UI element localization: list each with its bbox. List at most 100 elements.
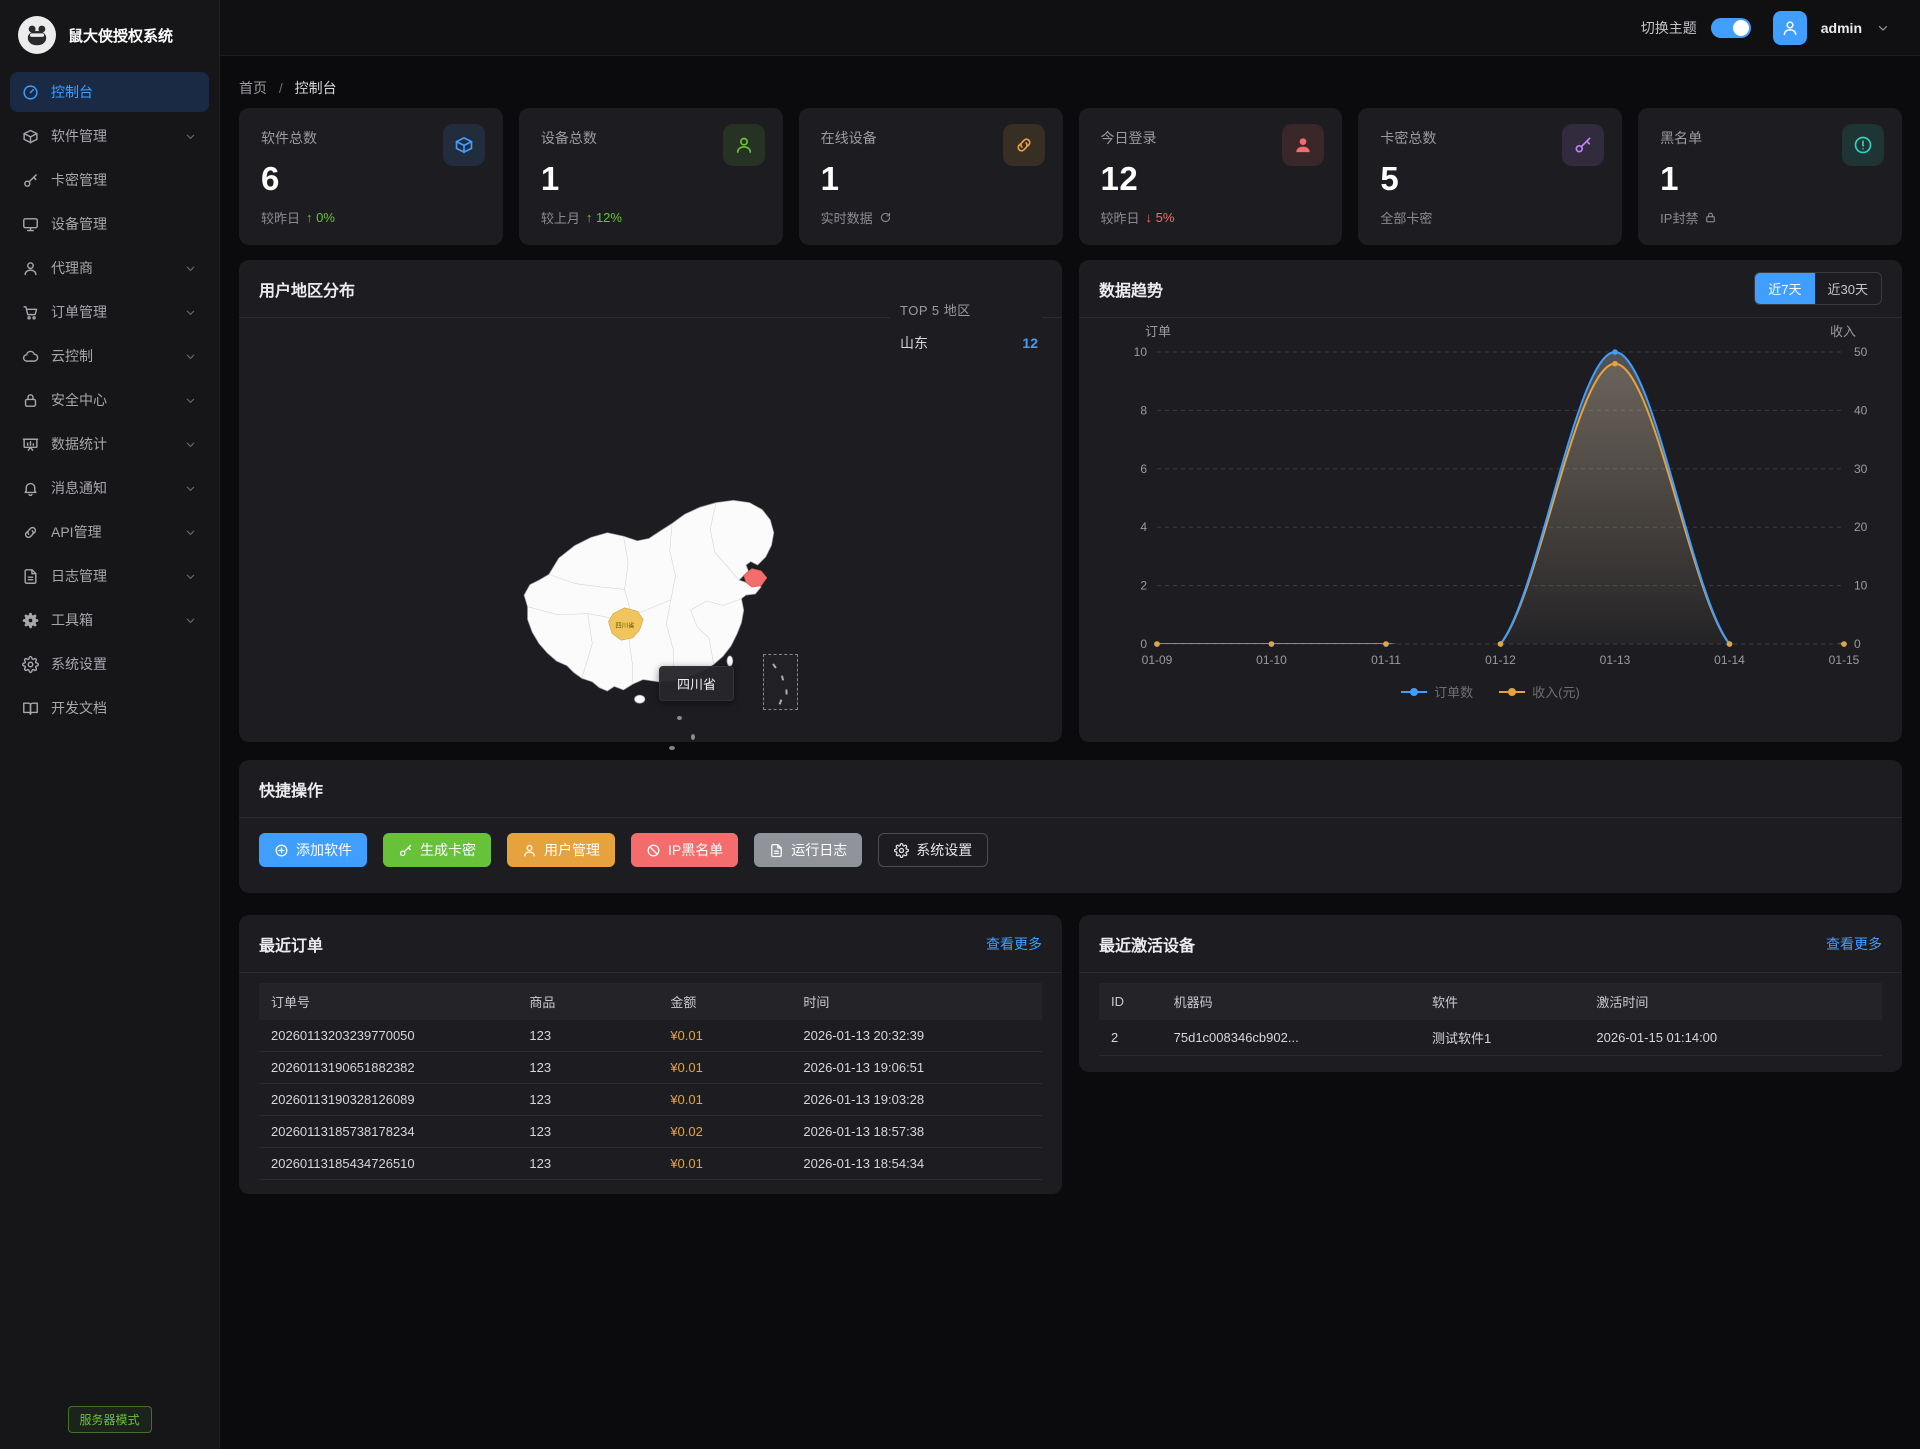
sidebar: 鼠大侠授权系统 控制台软件管理卡密管理设备管理代理商订单管理云控制安全中心数据统… [0,0,220,1449]
card-sub-text: 全部卡密 [1380,208,1432,227]
table-row[interactable]: 20260113190328126089123¥0.012026-01-13 1… [259,1084,1042,1116]
stat-card-1: 设备总数1较上月↑ 12% [519,108,783,245]
user-icon [22,260,39,277]
panel-title: 数据趋势 [1099,277,1163,301]
stat-card-icon-badge [1842,124,1884,166]
table-cell: 123 [517,1084,658,1116]
table-row[interactable]: 20260113190651882382123¥0.012026-01-13 1… [259,1052,1042,1084]
stat-card-sub: IP封禁 [1660,208,1880,227]
chevron-down-icon [184,482,197,495]
user-icon [522,843,537,858]
quick-action-label: 用户管理 [544,840,600,860]
link-icon [22,524,39,541]
legend-item[interactable]: 订单数 [1401,682,1473,701]
sidebar-item-5[interactable]: 订单管理 [10,292,209,332]
sidebar-item-14[interactable]: 开发文档 [10,688,209,728]
right-tick-label: 30 [1854,462,1868,476]
sidebar-item-13[interactable]: 系统设置 [10,644,209,684]
board-icon [22,436,39,453]
breadcrumb: 首页 / 控制台 [239,78,337,98]
panel-header: 快捷操作 [239,760,1902,818]
stat-card-sub: 较昨日↑ 0% [261,208,481,227]
sidebar-item-2[interactable]: 卡密管理 [10,160,209,200]
panel-title: 最近激活设备 [1099,932,1195,956]
sidebar-item-7[interactable]: 安全中心 [10,380,209,420]
sidebar-item-10[interactable]: API管理 [10,512,209,552]
breadcrumb-home[interactable]: 首页 [239,80,267,96]
card-sub-text: 较昨日 [1101,208,1140,227]
user-avatar[interactable] [1773,11,1807,45]
sidebar-item-label: 卡密管理 [51,170,197,190]
sidebar-item-9[interactable]: 消息通知 [10,468,209,508]
sidebar-item-label: 消息通知 [51,478,172,498]
table-row[interactable]: 20260113185738178234123¥0.022026-01-13 1… [259,1116,1042,1148]
quick-action-buttons: 添加软件生成卡密 用户管理 IP黑名单 运行日志 系统设置 [239,818,1902,882]
server-mode-badge: 服务器模式 [67,1406,151,1433]
theme-toggle-switch[interactable] [1711,18,1751,38]
quick-action-3[interactable]: IP黑名单 [631,833,738,867]
quick-action-5[interactable]: 系统设置 [878,833,988,867]
table-cell: 20260113190328126089 [259,1084,517,1116]
table-row[interactable]: 20260113203239770050123¥0.012026-01-13 2… [259,1020,1042,1052]
right-axis-name: 收入 [1830,324,1856,339]
sidebar-item-4[interactable]: 代理商 [10,248,209,288]
column-header: 订单号 [259,983,517,1020]
trend-chart: 订单收入00210420630840105001-0901-1001-1101-… [1099,324,1882,676]
data-point-income [1269,641,1275,647]
devices-view-more-link[interactable]: 查看更多 [1826,934,1882,954]
chevron-down-icon [184,262,197,275]
quick-action-2[interactable]: 用户管理 [507,833,615,867]
toggle-knob [1733,20,1749,36]
data-trend-panel: 数据趋势 近7天近30天 订单收入00210420630840105001-09… [1079,260,1902,742]
sidebar-item-1[interactable]: 软件管理 [10,116,209,156]
sidebar-item-label: 系统设置 [51,654,197,674]
column-header: 金额 [658,983,791,1020]
quick-action-4[interactable]: 运行日志 [754,833,862,867]
left-tick-label: 0 [1140,637,1147,651]
sidebar-item-6[interactable]: 云控制 [10,336,209,376]
table-cell: 2 [1099,1020,1162,1056]
app-title: 鼠大侠授权系统 [68,25,173,46]
logo-row: 鼠大侠授权系统 [0,0,219,66]
table-row[interactable]: 275d1c008346cb902...测试软件12026-01-15 01:1… [1099,1020,1882,1056]
table-cell: ¥0.01 [658,1084,791,1116]
left-axis-name: 订单 [1145,324,1171,339]
stat-card-sub: 较昨日↓ 5% [1101,208,1321,227]
data-point-income [1841,641,1847,647]
column-header: 商品 [517,983,658,1020]
sidebar-item-label: 数据统计 [51,434,172,454]
orders-view-more-link[interactable]: 查看更多 [986,934,1042,954]
sidebar-item-12[interactable]: 工具箱 [10,600,209,640]
trend-up: ↑ 0% [306,210,335,225]
table-row[interactable]: 20260113185434726510123¥0.012026-01-13 1… [259,1148,1042,1180]
range-button-1[interactable]: 近30天 [1815,273,1881,304]
user-menu-chevron[interactable] [1876,21,1890,35]
x-tick-label: 01-15 [1829,653,1860,667]
quick-action-0[interactable]: 添加软件 [259,833,367,867]
sidebar-item-8[interactable]: 数据统计 [10,424,209,464]
sidebar-item-3[interactable]: 设备管理 [10,204,209,244]
panel-header: 最近订单 查看更多 [239,915,1062,973]
quick-action-1[interactable]: 生成卡密 [383,833,491,867]
sidebar-item-11[interactable]: 日志管理 [10,556,209,596]
stat-card-sub: 实时数据 [821,208,1041,227]
legend-label: 订单数 [1434,682,1473,701]
legend-item[interactable]: 收入(元) [1499,682,1580,701]
range-button-0[interactable]: 近7天 [1755,273,1814,304]
quick-actions-panel: 快捷操作 添加软件生成卡密 用户管理 IP黑名单 运行日志 系统设置 [239,760,1902,893]
trend-chart-svg: 订单收入00210420630840105001-0901-1001-1101-… [1099,324,1882,676]
left-tick-label: 2 [1140,579,1147,593]
package-icon [22,128,39,145]
sidebar-item-0[interactable]: 控制台 [10,72,209,112]
taiwan-island [727,656,733,666]
china-mainland [524,500,774,691]
gear-icon [22,656,39,673]
card-sub-text: 实时数据 [821,208,873,227]
panel-title: 快捷操作 [259,777,323,801]
quick-action-label: 运行日志 [791,840,847,860]
sidebar-item-label: 设备管理 [51,214,197,234]
package-icon [454,135,474,155]
chevron-down-icon [184,614,197,627]
key-icon [398,843,413,858]
table-cell: 75d1c008346cb902... [1162,1020,1420,1056]
